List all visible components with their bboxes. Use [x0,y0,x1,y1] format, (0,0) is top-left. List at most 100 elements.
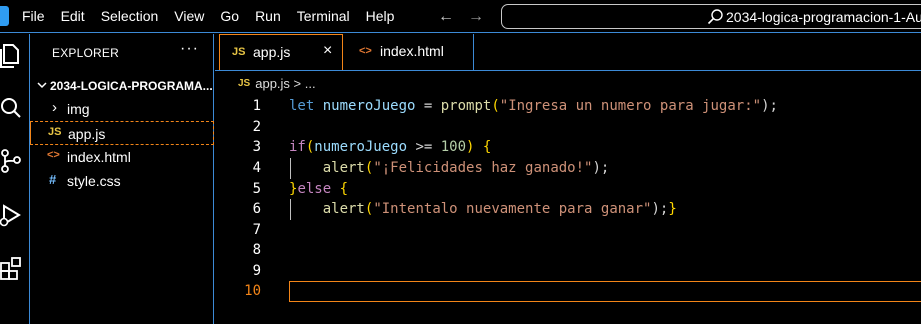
code-token: "¡Felicidades haz ganado!" [373,160,593,176]
code-line: 3 if(numeroJuego >= 100) { [215,137,921,158]
editor-tab-bar: JS app.js × <> index.html [215,34,921,71]
javascript-file-icon: JS [232,46,246,58]
javascript-file-icon: JS [48,126,62,138]
code-line: 4 alert("¡Felicidades haz ganado!"); [215,158,921,179]
line-number: 8 [252,242,261,258]
workspace-folder-name: 2034-LOGICA-PROGRAMA... [50,79,213,93]
code-token: if [289,139,306,155]
tree-item-img[interactable]: › img [30,97,214,121]
code-token: let [289,98,315,114]
code-token: prompt [440,98,492,114]
code-line: 8 [215,240,921,261]
code-token: ); [592,160,610,176]
navigation-arrows: ← → [438,0,484,33]
code-token: { [339,181,349,197]
explorer-files-icon[interactable] [0,42,22,68]
menu-file[interactable]: File [14,0,53,33]
code-token: ); [761,98,778,114]
code-token: ( [491,98,500,114]
menu-bar: File Edit Selection View Go Run Terminal… [14,0,402,33]
code-line: 9 [215,261,921,282]
breadcrumb-path[interactable]: app.js > ... [255,76,315,91]
code-token: { [482,139,492,155]
menu-edit[interactable]: Edit [53,0,93,33]
code-token: >= [407,139,441,155]
tab-label: app.js [253,44,291,60]
back-arrow-icon[interactable]: ← [438,8,454,26]
forward-arrow-icon[interactable]: → [468,8,484,26]
code-token: 100 [440,139,467,155]
tree-item-label: style.css [67,173,121,189]
tree-item-label: app.js [68,126,106,142]
menu-help[interactable]: Help [358,0,403,33]
code-line: 7 [215,220,921,241]
code-token: alert [322,201,365,217]
menu-selection[interactable]: Selection [93,0,167,33]
code-token: } [668,201,677,217]
chevron-right-icon: › [52,99,57,116]
code-token: numeroJuego [314,139,408,155]
code-text: let numeroJuego = prompt("Ingresa un num… [289,96,778,117]
tree-item-label: img [67,101,90,117]
line-number: 4 [252,160,261,176]
code-token: ) [466,139,483,155]
tab-index-html[interactable]: <> index.html [344,34,474,70]
code-text: alert("Intentalo nuevamente para ganar")… [289,199,677,220]
code-token: "Ingresa un numero para jugar:" [499,98,762,114]
line-number: 2 [252,119,261,135]
javascript-file-icon: JS [238,77,251,89]
workspace-folder[interactable]: 2034-LOGICA-PROGRAMA... [30,75,214,97]
html-file-icon: <> [359,45,372,57]
source-control-icon[interactable] [0,148,22,174]
command-center-search[interactable]: 2034-logica-programacion-1-Aula [501,4,921,29]
tree-item-style-css[interactable]: # style.css [30,169,214,193]
code-token: else [297,181,332,197]
search-text: 2034-logica-programacion-1-Aula [726,9,921,25]
code-text: if(numeroJuego >= 100) { [289,137,491,158]
code-line: 1 let numeroJuego = prompt("Ingresa un n… [215,96,921,117]
menu-run[interactable]: Run [247,0,289,33]
menu-terminal[interactable]: Terminal [289,0,358,33]
tab-label: index.html [380,43,444,59]
explorer-title: EXPLORER [52,46,119,60]
line-number: 9 [252,263,261,279]
activity-bar [0,34,30,324]
search-view-icon[interactable] [0,94,22,120]
line-number: 3 [252,139,261,155]
code-line: 6 alert("Intentalo nuevamente para ganar… [215,199,921,220]
tab-app-js[interactable]: JS app.js × [219,34,343,70]
code-line: 5 }else { [215,179,921,200]
line-number: 7 [252,222,261,238]
code-token: "Intentalo nuevamente para ganar" [373,201,652,217]
close-tab-icon[interactable]: × [323,42,332,60]
tree-item-label: index.html [67,149,131,165]
tree-item-index-html[interactable]: <> index.html [30,145,214,169]
extensions-icon[interactable] [0,256,22,282]
line-number: 10 [244,283,261,299]
code-token: alert [322,160,365,176]
html-file-icon: <> [47,149,60,161]
explorer-sidebar: EXPLORER ··· 2034-LOGICA-PROGRAMA... › i… [30,34,214,324]
tree-item-app-js[interactable]: JS app.js [30,121,214,145]
code-token: = [415,98,441,114]
code-line: 2 [215,117,921,138]
code-text: alert("¡Felicidades haz ganado!"); [289,158,610,179]
menu-go[interactable]: Go [212,0,247,33]
breadcrumb: JS app.js > ... [215,72,316,94]
vscode-logo-icon [0,6,9,26]
chevron-down-icon [37,82,47,89]
run-debug-icon[interactable] [0,202,22,228]
line-number: 1 [252,98,261,114]
menu-view[interactable]: View [166,0,212,33]
line-number: 6 [252,201,261,217]
more-actions-icon[interactable]: ··· [180,40,199,58]
css-file-icon: # [49,172,57,187]
code-line-current: 10 [215,281,921,302]
code-editor[interactable]: 1 let numeroJuego = prompt("Ingresa un n… [215,94,921,324]
code-token: numeroJuego [322,98,416,114]
search-icon [707,9,723,25]
